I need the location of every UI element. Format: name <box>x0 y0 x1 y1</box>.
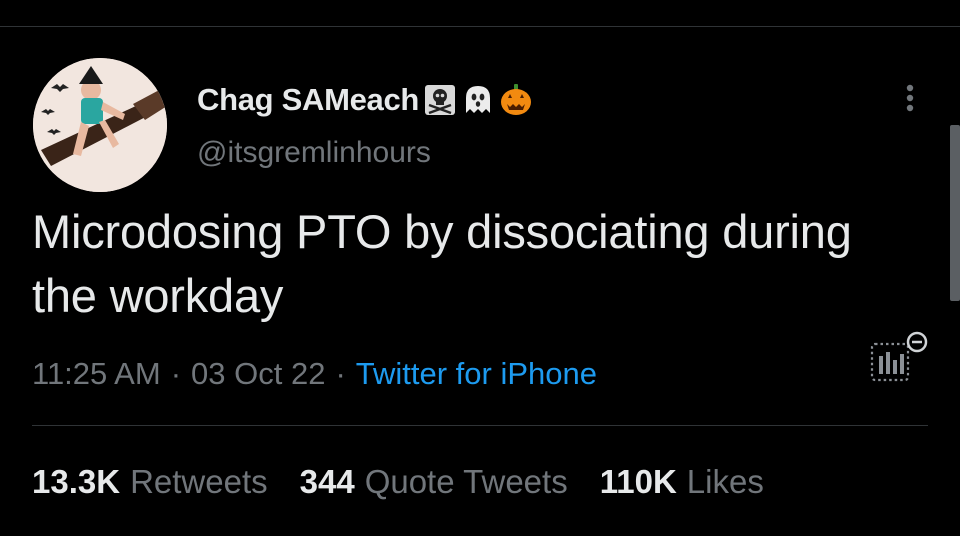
tweet-text: Microdosing PTO by dissociating during t… <box>32 205 852 322</box>
tweet-source-link[interactable]: Twitter for iPhone <box>356 356 597 392</box>
display-name[interactable]: Chag SAMeach <box>197 82 419 118</box>
engagement-stats: 13.3K Retweets 344 Quote Tweets 110K Lik… <box>32 458 796 506</box>
tweet-meta: 11:25 AM · 03 Oct 22 · Twitter for iPhon… <box>32 352 597 396</box>
stat-count: 13.3K <box>32 463 121 500</box>
jack-o-lantern-icon <box>499 83 533 117</box>
quote-tweets-stat[interactable]: 344 Quote Tweets <box>300 463 568 501</box>
top-divider <box>0 26 960 27</box>
stat-label: Retweets <box>130 463 268 500</box>
stats-divider <box>32 425 928 426</box>
author-handle[interactable]: @itsgremlinhours <box>197 136 431 170</box>
stat-label: Likes <box>686 463 764 500</box>
more-vertical-icon[interactable] <box>898 80 922 116</box>
meta-separator: · <box>170 356 182 391</box>
tweet-date[interactable]: 03 Oct 22 <box>191 356 325 392</box>
skull-crossbones-icon <box>423 83 457 117</box>
tweet-analytics-icon[interactable] <box>868 330 932 386</box>
retweets-stat[interactable]: 13.3K Retweets <box>32 463 268 501</box>
avatar-image <box>33 58 167 192</box>
ghost-icon <box>461 83 495 117</box>
stat-count: 110K <box>599 463 677 500</box>
scrollbar[interactable] <box>950 125 960 301</box>
likes-stat[interactable]: 110K Likes <box>600 463 764 501</box>
stat-count: 344 <box>299 463 355 500</box>
stat-label: Quote Tweets <box>364 463 568 500</box>
tweet-time[interactable]: 11:25 AM <box>32 356 161 392</box>
display-name-row[interactable]: Chag SAMeach <box>197 80 533 120</box>
meta-separator: · <box>335 356 346 391</box>
avatar[interactable] <box>33 58 167 192</box>
